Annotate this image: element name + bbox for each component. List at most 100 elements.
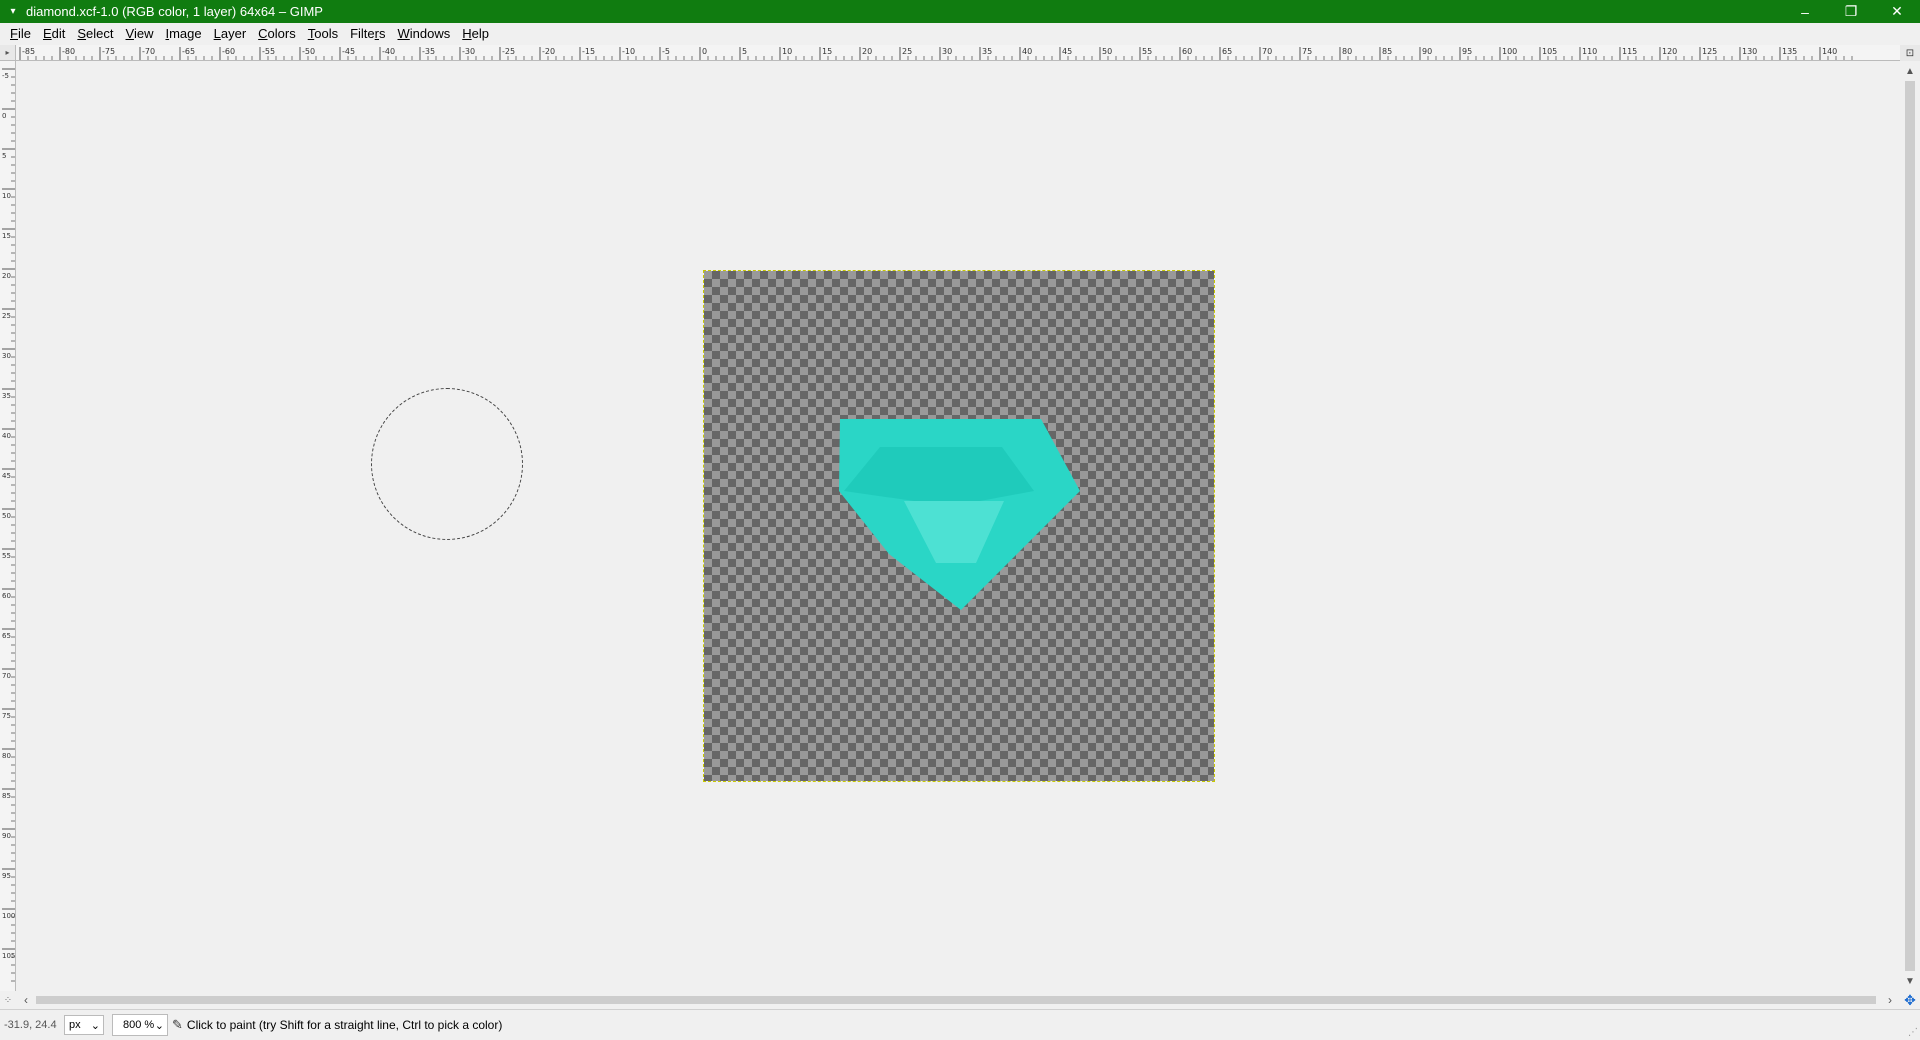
- window-controls: – ❐ ✕: [1782, 0, 1920, 23]
- scroll-left-icon[interactable]: ‹: [18, 991, 34, 1009]
- ruler-label: 65: [2, 632, 11, 640]
- ruler-label: 50: [2, 512, 11, 520]
- ruler-label: 65: [1222, 47, 1232, 56]
- paintbrush-icon: ✎: [172, 1017, 183, 1032]
- unit-select[interactable]: px ⌄: [64, 1015, 104, 1035]
- ruler-label: 25: [2, 312, 11, 320]
- menu-bar: File Edit Select View Image Layer Colors Tools F…: [0, 23, 1920, 45]
- ruler-label: -80: [62, 47, 75, 56]
- ruler-label: -35: [422, 47, 435, 56]
- ruler-label: 55: [1142, 47, 1152, 56]
- menu-colors[interactable]: Colors: [252, 23, 302, 45]
- ruler-label: 45: [1062, 47, 1072, 56]
- menu-layer[interactable]: Layer: [208, 23, 253, 45]
- chevron-down-icon: ⌄: [90, 1019, 100, 1032]
- ruler-label: 15: [2, 232, 11, 240]
- menu-view[interactable]: View: [120, 23, 160, 45]
- image-canvas[interactable]: [703, 270, 1215, 782]
- vertical-scrollbar[interactable]: ▲ ▼: [1900, 61, 1920, 991]
- zoom-select[interactable]: 800 % ⌄: [112, 1014, 168, 1036]
- unit-value: px: [69, 1019, 81, 1031]
- ruler-label: 85: [1382, 47, 1392, 56]
- ruler-label: 95: [2, 872, 11, 880]
- scroll-up-icon[interactable]: ▲: [1900, 63, 1920, 79]
- ruler-label: 60: [2, 592, 11, 600]
- ruler-label: -75: [102, 47, 115, 56]
- ruler-label: 120: [1662, 47, 1677, 56]
- ruler-label: 10: [2, 192, 11, 200]
- ruler-label: 40: [2, 432, 11, 440]
- quick-mask-toggle-icon[interactable]: ⁘: [0, 991, 16, 1009]
- ruler-label: 30: [942, 47, 952, 56]
- horizontal-scrollbar[interactable]: ‹ ›: [16, 991, 1900, 1009]
- zoom-value: 800 %: [123, 1019, 155, 1031]
- ruler-label: 55: [2, 552, 11, 560]
- ruler-label: -45: [342, 47, 355, 56]
- ruler-label: -60: [222, 47, 235, 56]
- horizontal-scroll-thumb[interactable]: [36, 996, 1876, 1004]
- zoom-to-fit-icon[interactable]: ⊡: [1900, 45, 1920, 61]
- ruler-label: 10: [782, 47, 792, 56]
- ruler-label: 75: [2, 712, 11, 720]
- navigate-icon[interactable]: ✥: [1900, 991, 1920, 1009]
- vertical-scroll-thumb[interactable]: [1905, 81, 1915, 971]
- ruler-label: -50: [302, 47, 315, 56]
- ruler-label: -10: [622, 47, 635, 56]
- ruler-label: 80: [1342, 47, 1352, 56]
- ruler-label: -40: [382, 47, 395, 56]
- ruler-label: 60: [1182, 47, 1192, 56]
- ruler-label: -20: [542, 47, 555, 56]
- ruler-label: 105: [2, 952, 15, 960]
- menu-filters[interactable]: Filters: [344, 23, 391, 45]
- ruler-label: 90: [1422, 47, 1432, 56]
- ruler-label: 35: [2, 392, 11, 400]
- resize-grip-icon[interactable]: ⋰: [1908, 1027, 1918, 1038]
- horizontal-ruler[interactable]: -85 -80 -75 -70 -65 -60 -55 -50 -45 -40 -35 -30 -25-…: [16, 45, 1900, 61]
- ruler-label: -5: [2, 72, 9, 80]
- ruler-label: -30: [462, 47, 475, 56]
- menu-image[interactable]: Image: [159, 23, 207, 45]
- ruler-label: 40: [1022, 47, 1032, 56]
- ruler-label: 110: [1582, 47, 1597, 56]
- ruler-label: 135: [1782, 47, 1797, 56]
- ruler-label: 20: [2, 272, 11, 280]
- menu-windows[interactable]: Windows: [392, 23, 457, 45]
- ruler-label: 85: [2, 792, 11, 800]
- scroll-right-icon[interactable]: ›: [1882, 991, 1898, 1009]
- minimize-button[interactable]: –: [1782, 0, 1828, 23]
- window-title: diamond.xcf-1.0 (RGB color, 1 layer) 64x…: [26, 4, 323, 19]
- menu-file[interactable]: File: [4, 23, 37, 45]
- ruler-label: 100: [1502, 47, 1517, 56]
- close-button[interactable]: ✕: [1874, 0, 1920, 23]
- ruler-label: 15: [822, 47, 832, 56]
- ruler-label: 5: [742, 47, 747, 56]
- ruler-label: -70: [142, 47, 155, 56]
- ruler-label: 25: [902, 47, 912, 56]
- ruler-label: 5: [2, 152, 6, 160]
- diamond-sprite: [839, 419, 1080, 610]
- menu-help[interactable]: Help: [456, 23, 495, 45]
- ruler-label: -65: [182, 47, 195, 56]
- canvas-area[interactable]: [16, 61, 1900, 991]
- ruler-label: 100: [2, 912, 15, 920]
- ruler-label: 125: [1702, 47, 1717, 56]
- menu-edit[interactable]: Edit: [37, 23, 71, 45]
- scroll-down-icon[interactable]: ▼: [1900, 973, 1920, 989]
- status-message: Click to paint (try Shift for a straight…: [186, 1018, 503, 1032]
- quick-mask-menu-icon[interactable]: ▸: [0, 45, 16, 61]
- maximize-button[interactable]: ❐: [1828, 0, 1874, 23]
- vertical-ruler[interactable]: -5 0 5 10 15 20 25 30 35 40 45 50 55 60 65 70 75 80 85 90 95…: [0, 61, 16, 991]
- brush-outline-cursor: [371, 388, 523, 540]
- ruler-label: 130: [1742, 47, 1757, 56]
- chevron-down-icon: ⌄: [154, 1019, 164, 1032]
- ruler-label: 140: [1822, 47, 1837, 56]
- ruler-label: 30: [2, 352, 11, 360]
- menu-tools[interactable]: Tools: [302, 23, 344, 45]
- ruler-label: 80: [2, 752, 11, 760]
- window-menu-icon[interactable]: ▾: [6, 5, 20, 19]
- ruler-label: 35: [982, 47, 992, 56]
- ruler-label: 70: [1262, 47, 1272, 56]
- menu-select[interactable]: Select: [71, 23, 119, 45]
- ruler-label: 0: [702, 47, 707, 56]
- ruler-label: 115: [1622, 47, 1637, 56]
